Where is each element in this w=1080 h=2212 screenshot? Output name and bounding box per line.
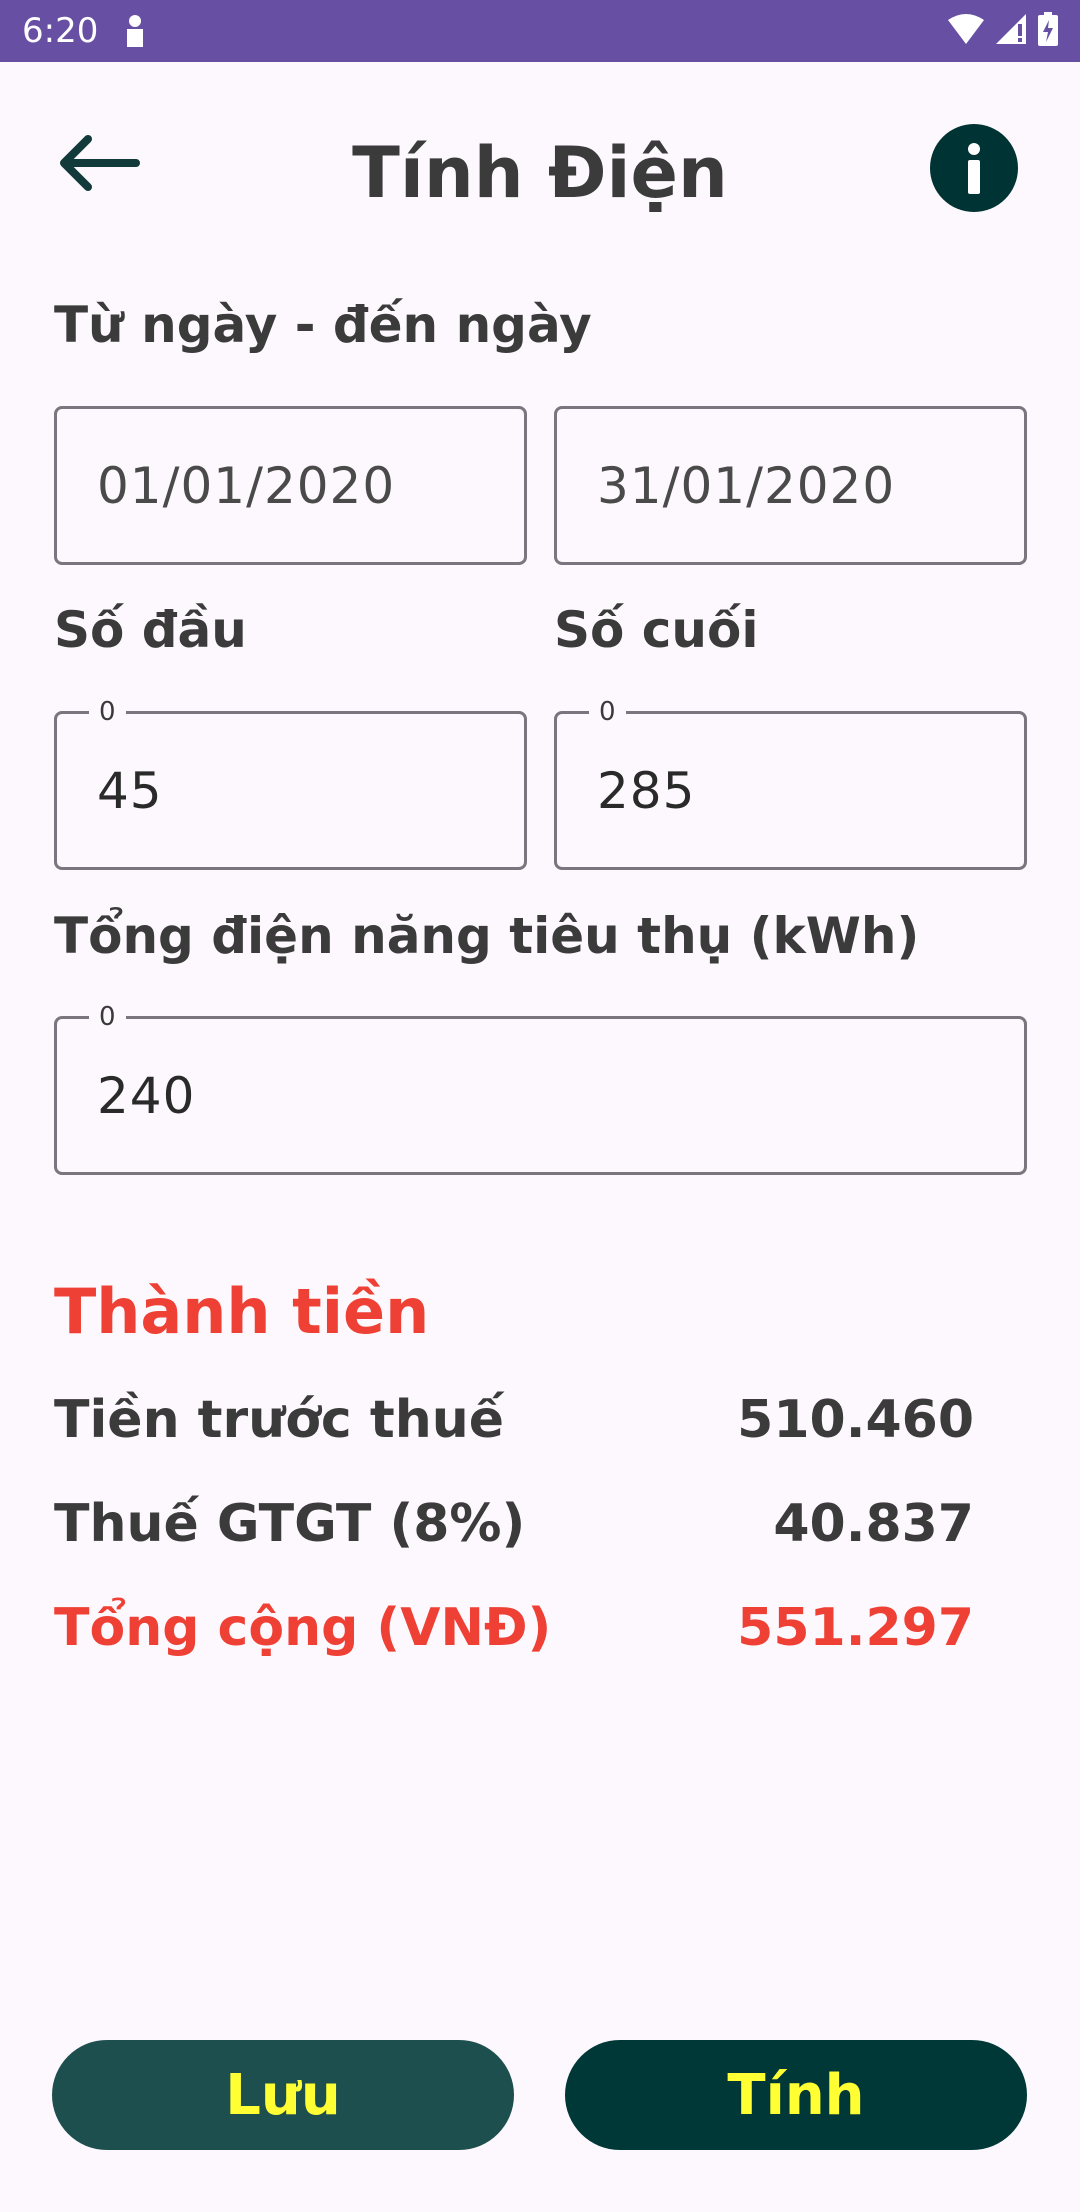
status-time: 6:20 (22, 11, 99, 51)
from-date-field[interactable]: 01/01/2020 (54, 406, 527, 565)
date-range-label: Từ ngày - đến ngày (54, 296, 592, 354)
total-label: Tổng cộng (VNĐ) (54, 1598, 552, 1658)
start-reading-input[interactable]: 0 45 (54, 696, 527, 870)
end-reading-value: 285 (597, 761, 696, 820)
pre-tax-row: Tiền trước thuế 510.460 (54, 1390, 974, 1470)
total-row: Tổng cộng (VNĐ) 551.297 (54, 1598, 974, 1678)
pre-tax-value: 510.460 (737, 1390, 974, 1450)
vat-label: Thuế GTGT (8%) (54, 1494, 526, 1554)
signal-icon (996, 13, 1026, 49)
person-icon (124, 14, 146, 48)
info-button[interactable] (930, 124, 1018, 212)
vat-value: 40.837 (773, 1494, 974, 1554)
end-reading-input[interactable]: 0 285 (554, 696, 1027, 870)
end-reading-float-label: 0 (589, 696, 626, 728)
battery-charging-icon (1038, 11, 1058, 51)
total-consumption-float-label: 0 (89, 1001, 126, 1033)
save-button[interactable]: Lưu (52, 2040, 514, 2150)
total-consumption-label: Tổng điện năng tiêu thụ (kWh) (54, 907, 920, 965)
total-consumption-value: 240 (97, 1066, 196, 1125)
end-reading-label: Số cuối (554, 601, 759, 659)
start-reading-float-label: 0 (89, 696, 126, 728)
total-value: 551.297 (737, 1598, 974, 1658)
app-header: Tính Điện (0, 62, 1080, 278)
start-reading-label: Số đầu (54, 601, 247, 659)
calculate-button[interactable]: Tính (565, 2040, 1027, 2150)
wifi-icon (948, 13, 984, 49)
pre-tax-label: Tiền trước thuế (54, 1390, 505, 1450)
total-consumption-input[interactable]: 0 240 (54, 1001, 1027, 1175)
to-date-field[interactable]: 31/01/2020 (554, 406, 1027, 565)
page-title: Tính Điện (352, 132, 728, 214)
status-icons (948, 11, 1058, 51)
status-bar: 6:20 (0, 0, 1080, 62)
to-date-value: 31/01/2020 (597, 456, 896, 515)
info-icon (968, 143, 980, 194)
vat-row: Thuế GTGT (8%) 40.837 (54, 1494, 974, 1574)
start-reading-value: 45 (97, 761, 163, 820)
from-date-value: 01/01/2020 (97, 456, 396, 515)
result-heading: Thành tiền (54, 1275, 430, 1348)
